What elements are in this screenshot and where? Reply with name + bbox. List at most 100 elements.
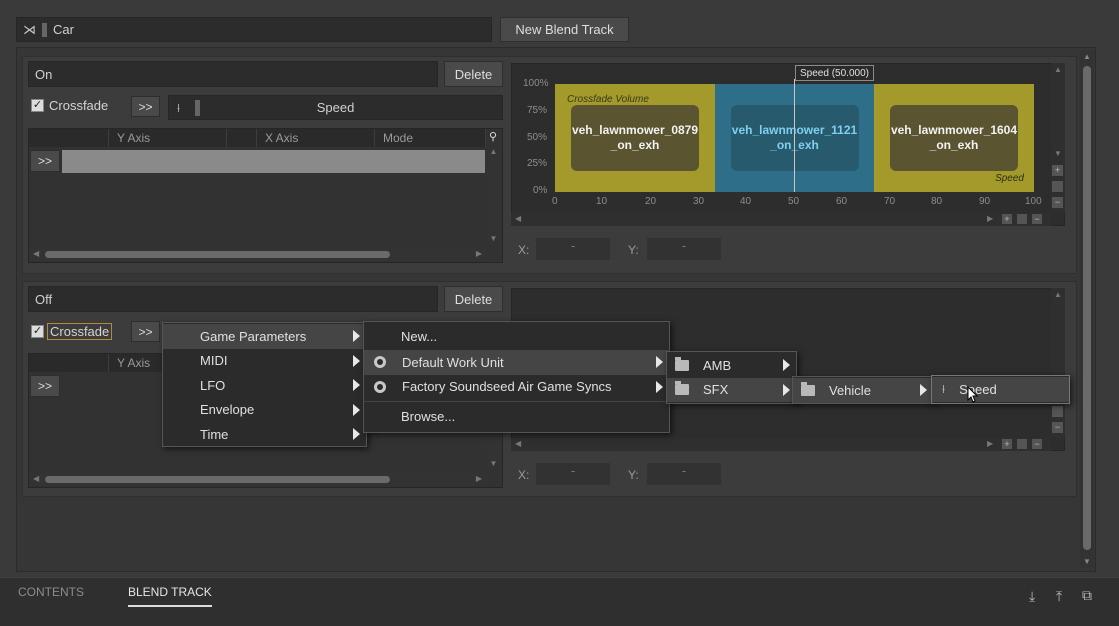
scroll-thumb[interactable] bbox=[45, 251, 390, 258]
tab-blend-track[interactable]: BLEND TRACK bbox=[128, 585, 212, 607]
menu-item-amb[interactable]: AMB bbox=[667, 353, 796, 378]
menu-item-envelope[interactable]: Envelope bbox=[163, 398, 366, 423]
row-expand-button[interactable]: >> bbox=[30, 150, 60, 172]
menu-item-label: Browse... bbox=[401, 408, 456, 424]
upload-icon[interactable]: ⤒ bbox=[1056, 588, 1062, 605]
zoom-in-icon[interactable]: + bbox=[1002, 214, 1012, 224]
work-unit-icon bbox=[374, 356, 386, 369]
menu-item-default-work-unit[interactable]: Default Work Unit bbox=[364, 350, 669, 375]
scroll-left-icon[interactable]: ◀ bbox=[515, 214, 521, 223]
menu-item-speed[interactable]: ⟊ Speed bbox=[932, 377, 1069, 402]
graph-hscroll[interactable]: ◀ ▶ + − bbox=[511, 213, 1051, 226]
row-expand-button[interactable]: >> bbox=[30, 375, 60, 397]
track-1-expand-button[interactable]: >> bbox=[131, 96, 160, 117]
scroll-right-icon[interactable]: ▶ bbox=[476, 474, 482, 483]
x-tick: 0 bbox=[552, 196, 558, 207]
scroll-left-icon[interactable]: ◀ bbox=[33, 474, 39, 483]
track-2-delete-button[interactable]: Delete bbox=[444, 286, 503, 312]
zoom-out-icon[interactable]: − bbox=[1052, 422, 1063, 433]
blend-container-name-field[interactable]: ⋊ Car bbox=[16, 17, 492, 42]
menu-item-sfx[interactable]: SFX bbox=[667, 377, 796, 402]
scroll-up-icon[interactable]: ▲ bbox=[1054, 65, 1062, 74]
scroll-up-icon[interactable]: ▲ bbox=[1054, 290, 1062, 299]
menu-item-vehicle[interactable]: Vehicle bbox=[793, 378, 933, 403]
menu-item-new[interactable]: New... bbox=[364, 322, 669, 350]
zoom-fit-icon[interactable] bbox=[1017, 439, 1027, 449]
y-tick: 0% bbox=[533, 185, 548, 196]
graph-2-hscroll[interactable]: ◀ ▶ + − bbox=[511, 438, 1051, 451]
scroll-down-icon[interactable]: ▼ bbox=[486, 234, 501, 243]
scroll-left-icon[interactable]: ◀ bbox=[33, 249, 39, 258]
track-1-axis-table bbox=[28, 128, 503, 263]
new-blend-track-button[interactable]: New Blend Track bbox=[500, 17, 629, 42]
scroll-thumb[interactable] bbox=[45, 476, 390, 483]
graph-plot-area: veh_lawnmower_0879 _on_exh veh_lawnmower_… bbox=[555, 79, 1034, 192]
menu-item-midi[interactable]: MIDI bbox=[163, 349, 366, 374]
track-1-name-field[interactable]: On bbox=[28, 61, 438, 87]
col-header-y-axis[interactable]: Y Axis bbox=[109, 129, 227, 147]
popout-icon[interactable]: ⧉ bbox=[1082, 587, 1092, 604]
folder-icon bbox=[675, 356, 689, 371]
segment-label: veh_lawnmower_0879 bbox=[571, 123, 699, 137]
download-icon[interactable]: ⤓ bbox=[1029, 588, 1035, 605]
scroll-right-icon[interactable]: ▶ bbox=[476, 249, 482, 258]
menu-item-time[interactable]: Time bbox=[163, 422, 366, 447]
track-1-delete-button[interactable]: Delete bbox=[444, 61, 503, 87]
context-menu-level-1: Game Parameters MIDI LFO Envelope Time bbox=[162, 322, 367, 447]
y-coord-field[interactable]: - bbox=[647, 463, 721, 485]
x-tick: 30 bbox=[693, 196, 705, 207]
cursor-line[interactable] bbox=[794, 79, 795, 192]
col-header-y-axis[interactable]: Y Axis bbox=[109, 354, 164, 372]
col-header-mode[interactable]: Mode bbox=[375, 129, 486, 147]
submenu-arrow-icon bbox=[353, 403, 360, 416]
track-1-table-hscroll[interactable]: ◀ ▶ bbox=[29, 248, 486, 261]
y-coord-field[interactable]: - bbox=[647, 238, 721, 260]
zoom-out-icon[interactable]: − bbox=[1032, 439, 1042, 449]
crossfade-volume-label: Crossfade Volume bbox=[567, 94, 649, 105]
menu-item-lfo[interactable]: LFO bbox=[163, 373, 366, 398]
zoom-fit-icon[interactable] bbox=[1052, 406, 1063, 417]
graph-x-ticks: 0 10 20 30 40 50 60 70 80 90 100 bbox=[545, 196, 1045, 210]
graph-vscroll[interactable]: ▲ ▼ + − bbox=[1051, 63, 1065, 213]
scroll-right-icon[interactable]: ▶ bbox=[987, 439, 993, 448]
scroll-left-icon[interactable]: ◀ bbox=[515, 439, 521, 448]
track-1-parameter-field[interactable]: ⟊ Speed bbox=[168, 95, 503, 120]
zoom-fit-icon[interactable] bbox=[1052, 181, 1063, 192]
submenu-arrow-icon bbox=[353, 354, 360, 367]
table-row[interactable] bbox=[62, 150, 485, 173]
scroll-down-icon[interactable]: ▼ bbox=[1054, 149, 1062, 158]
zoom-in-icon[interactable]: + bbox=[1002, 439, 1012, 449]
segment-label: _on_exh bbox=[929, 138, 979, 152]
x-tick: 50 bbox=[788, 196, 800, 207]
zoom-out-icon[interactable]: − bbox=[1032, 214, 1042, 224]
zoom-out-icon[interactable]: − bbox=[1052, 197, 1063, 208]
tab-contents[interactable]: CONTENTS bbox=[18, 585, 84, 599]
x-coord-field[interactable]: - bbox=[536, 463, 610, 485]
scroll-up-icon[interactable]: ▲ bbox=[486, 147, 501, 156]
track-1-table-vscroll[interactable]: ▲ ▼ bbox=[486, 147, 501, 245]
track-2-crossfade-checkbox[interactable]: ✓ Crossfade bbox=[31, 323, 113, 340]
x-coord-field[interactable]: - bbox=[536, 238, 610, 260]
graph-2-vscroll[interactable]: ▲ − bbox=[1051, 288, 1065, 438]
main-vscroll[interactable]: ▲ ▼ bbox=[1080, 50, 1094, 568]
search-icon[interactable]: ⚲ bbox=[489, 130, 501, 144]
track-1-crossfade-checkbox[interactable]: ✓ Crossfade bbox=[31, 98, 108, 113]
scroll-down-icon[interactable]: ▼ bbox=[486, 459, 501, 468]
x-tick: 20 bbox=[645, 196, 657, 207]
submenu-arrow-icon bbox=[353, 330, 360, 343]
track-2-expand-button[interactable]: >> bbox=[131, 321, 160, 342]
col-header-x-axis[interactable]: X Axis bbox=[257, 129, 375, 147]
menu-item-factory-soundseed[interactable]: Factory Soundseed Air Game Syncs bbox=[364, 375, 669, 400]
menu-item-game-parameters[interactable]: Game Parameters bbox=[163, 324, 366, 349]
scroll-right-icon[interactable]: ▶ bbox=[987, 214, 993, 223]
crossfade-label: Crossfade bbox=[49, 98, 109, 113]
zoom-in-icon[interactable]: + bbox=[1052, 165, 1063, 176]
submenu-arrow-icon bbox=[353, 379, 360, 392]
scroll-thumb[interactable] bbox=[1083, 66, 1091, 550]
scroll-up-icon[interactable]: ▲ bbox=[1083, 52, 1091, 61]
menu-item-browse[interactable]: Browse... bbox=[364, 404, 669, 429]
track-2-table-hscroll[interactable]: ◀ ▶ bbox=[29, 473, 486, 486]
scroll-down-icon[interactable]: ▼ bbox=[1083, 557, 1091, 566]
zoom-fit-icon[interactable] bbox=[1017, 214, 1027, 224]
track-2-name-field[interactable]: Off bbox=[28, 286, 438, 312]
